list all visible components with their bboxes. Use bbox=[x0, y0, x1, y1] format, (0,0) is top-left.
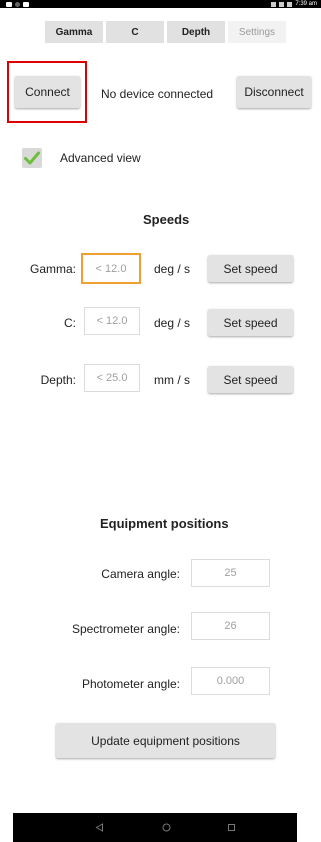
bluetooth-icon bbox=[271, 1, 277, 7]
photometer-angle-field[interactable]: 0.000 bbox=[191, 667, 270, 695]
c-set-speed-button[interactable]: Set speed bbox=[208, 309, 293, 336]
image-notification-icon bbox=[23, 1, 29, 7]
depth-speed-input[interactable]: < 25.0 bbox=[84, 364, 140, 392]
gamma-set-speed-button[interactable]: Set speed bbox=[208, 255, 293, 282]
tab-c[interactable]: C bbox=[106, 21, 164, 43]
camera-angle-label: Camera angle: bbox=[101, 567, 180, 581]
gamma-speed-label: Gamma: bbox=[29, 262, 76, 276]
gamma-speed-input[interactable]: < 12.0 bbox=[81, 253, 141, 284]
tab-depth[interactable]: Depth bbox=[167, 21, 225, 43]
connect-highlight-box bbox=[7, 61, 87, 123]
depth-speed-label: Depth: bbox=[40, 373, 76, 387]
photometer-angle-label: Photometer angle: bbox=[81, 677, 180, 691]
spectrometer-angle-label: Spectrometer angle: bbox=[71, 622, 180, 636]
depth-speed-unit: mm / s bbox=[154, 373, 190, 387]
battery-icon bbox=[287, 1, 293, 7]
connection-status: No device connected bbox=[101, 87, 214, 101]
c-speed-unit: deg / s bbox=[154, 316, 191, 330]
recents-icon[interactable] bbox=[227, 813, 236, 842]
navigation-bar bbox=[13, 813, 297, 842]
camera-angle-field[interactable]: 25 bbox=[191, 559, 270, 587]
home-icon[interactable] bbox=[162, 813, 171, 842]
status-icons-right: 7:39 am bbox=[271, 0, 317, 8]
status-time: 7:39 am bbox=[295, 1, 317, 7]
spectrometer-angle-field[interactable]: 26 bbox=[191, 612, 270, 640]
notification-icon bbox=[6, 1, 12, 7]
advanced-view-checkbox[interactable] bbox=[22, 148, 42, 168]
update-equipment-positions-button[interactable]: Update equipment positions bbox=[56, 723, 275, 758]
wifi-icon bbox=[279, 1, 285, 7]
depth-set-speed-button[interactable]: Set speed bbox=[208, 366, 293, 393]
checkmark-icon bbox=[24, 151, 40, 165]
back-icon[interactable] bbox=[95, 813, 104, 842]
speeds-heading: Speeds bbox=[143, 212, 190, 227]
status-bar: 7:39 am bbox=[0, 0, 321, 8]
c-speed-label: C: bbox=[64, 316, 76, 330]
sync-icon bbox=[15, 1, 20, 7]
tab-settings[interactable]: Settings bbox=[228, 21, 286, 43]
status-icons-left bbox=[6, 0, 29, 8]
tab-gamma[interactable]: Gamma bbox=[45, 21, 103, 43]
disconnect-button[interactable]: Disconnect bbox=[237, 76, 311, 108]
gamma-speed-unit: deg / s bbox=[154, 262, 191, 276]
tab-bar: Gamma C Depth Settings bbox=[45, 21, 286, 43]
c-speed-input[interactable]: < 12.0 bbox=[84, 307, 140, 335]
advanced-view-label: Advanced view bbox=[60, 151, 141, 165]
equipment-heading: Equipment positions bbox=[100, 516, 229, 531]
